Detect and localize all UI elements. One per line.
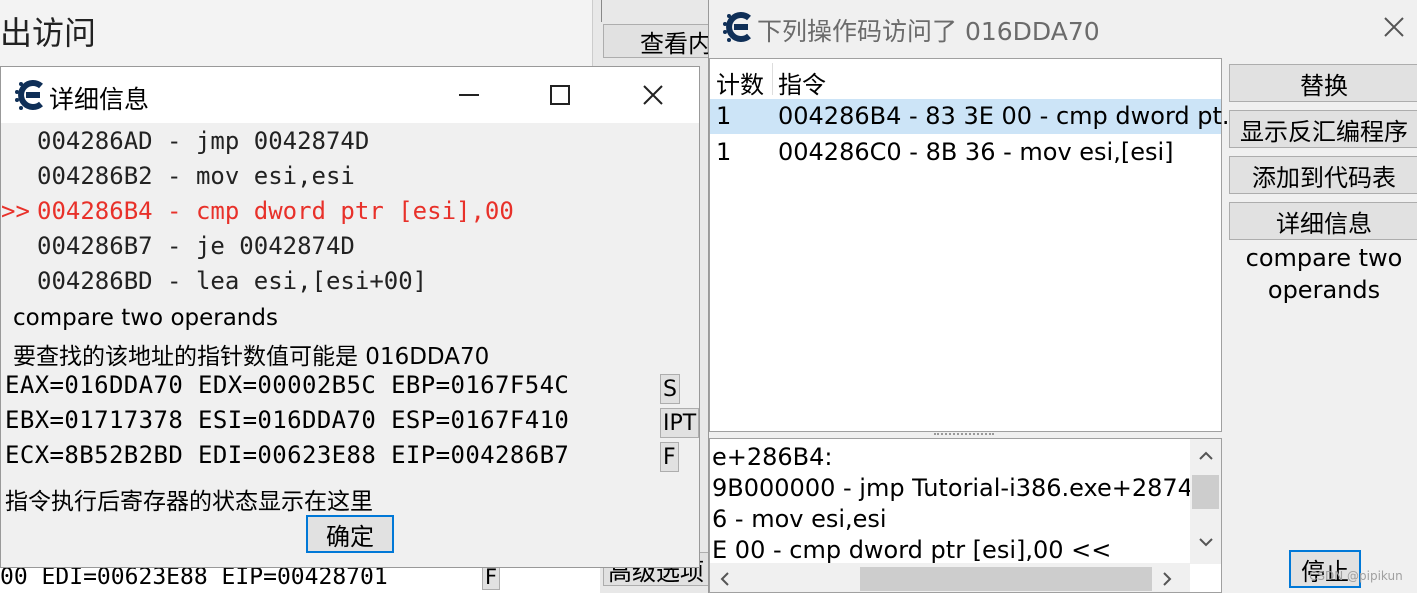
pointer-hint: 要查找的该地址的指针数值可能是 016DDA70: [13, 344, 490, 370]
instruction-description: compare two operands: [13, 305, 278, 331]
replace-button[interactable]: 替换: [1229, 64, 1417, 102]
register-button-f[interactable]: F: [660, 442, 679, 472]
horizontal-scrollbar[interactable]: [710, 563, 1190, 592]
chevron-down-icon[interactable]: [1198, 537, 1214, 547]
disasm-text: 004286B7 - je 0042874D: [37, 232, 355, 260]
chevron-right-icon[interactable]: [1162, 571, 1172, 587]
show-disassembler-button[interactable]: 显示反汇编程序: [1229, 110, 1417, 148]
cheat-engine-logo-icon: [721, 10, 755, 50]
disasm-line: 004286BD - lea esi,[esi+00]: [1, 267, 427, 295]
code-preview-pane[interactable]: e+286B4: 9B000000 - jmp Tutorial-i386.ex…: [709, 438, 1222, 593]
add-to-codelist-button[interactable]: 添加到代码表: [1229, 156, 1417, 194]
register-line: ECX=8B52B2BD EDI=00623E88 EIP=004286B7: [5, 441, 570, 469]
instruction-list[interactable]: 计数 指令 1 004286B4 - 83 3E 00 - cmp dword …: [709, 58, 1245, 432]
disasm-line: 004286AD - jmp 0042874D: [1, 127, 369, 155]
row-instruction: 004286C0 - 8B 36 - mov esi,[esi]: [778, 138, 1174, 166]
maximize-icon: [550, 85, 570, 105]
scrollbar-thumb[interactable]: [860, 567, 1152, 591]
row-instruction: 004286B4 - 83 3E 00 - cmp dword pt...: [778, 102, 1245, 130]
instruction-description: compare two operands: [1245, 244, 1403, 304]
view-memory-button[interactable]: 查看内: [603, 24, 713, 58]
ok-button[interactable]: 确定: [306, 515, 394, 553]
table-row[interactable]: 1 004286B4 - 83 3E 00 - cmp dword pt...: [710, 99, 1245, 134]
detail-window-title: 详细信息: [49, 85, 150, 114]
close-icon: [1384, 17, 1404, 37]
list-header: 计数 指令: [710, 59, 1221, 99]
code-line: 9B000000 - jmp Tutorial-i386.exe+2874D: [712, 474, 1212, 502]
code-line: 6 - mov esi,esi: [712, 505, 887, 533]
access-window: 下列操作码访问了 016DDA70 计数 指令 1 004286B4 - 83 …: [708, 0, 1417, 593]
chevron-up-icon[interactable]: [1198, 451, 1214, 461]
register-button-s[interactable]: S: [660, 374, 680, 404]
disasm-line: 004286B2 - mov esi,esi: [1, 162, 355, 190]
background-panel-edge: [601, 0, 602, 22]
column-divider: [772, 63, 773, 95]
detail-window: 详细信息 004286AD - jmp 0042874D 004286B2 - …: [0, 66, 700, 568]
register-button-ipt[interactable]: IPT: [660, 408, 700, 438]
chevron-left-icon[interactable]: [720, 571, 730, 587]
code-line: E 00 - cmp dword ptr [esi],00 <<: [712, 536, 1112, 564]
close-icon: [643, 85, 663, 105]
detail-window-titlebar: 详细信息: [1, 67, 699, 123]
close-button[interactable]: [637, 79, 669, 111]
disasm-text: 004286B2 - mov esi,esi: [37, 162, 355, 190]
scrollbar-thumb[interactable]: [1192, 475, 1219, 509]
register-line: EAX=016DDA70 EDX=00002B5C EBP=0167F54C: [5, 371, 570, 399]
column-instruction[interactable]: 指令: [778, 65, 826, 100]
disasm-text: 004286B4 - cmp dword ptr [esi],00: [37, 197, 514, 225]
table-row[interactable]: 1 004286C0 - 8B 36 - mov esi,[esi]: [710, 135, 1221, 170]
disasm-text: 004286AD - jmp 0042874D: [37, 127, 370, 155]
maximize-button[interactable]: [544, 79, 576, 111]
disasm-text: 004286BD - lea esi,[esi+00]: [37, 267, 428, 295]
background-window-title: 出访问: [0, 14, 97, 52]
register-status-hint: 指令执行后寄存器的状态显示在这里: [5, 489, 373, 515]
disasm-line: 004286B7 - je 0042874D: [1, 232, 355, 260]
watermark: CSDN @pipikun: [1309, 569, 1403, 583]
disasm-prefix: >>: [1, 197, 30, 225]
row-count: 1: [716, 102, 732, 130]
minimize-icon: [459, 94, 479, 96]
access-window-close-button[interactable]: [1379, 12, 1409, 42]
more-info-button[interactable]: 详细信息: [1229, 202, 1417, 240]
row-count: 1: [716, 138, 732, 166]
code-line: e+286B4:: [712, 443, 833, 471]
column-count[interactable]: 计数: [716, 65, 764, 100]
access-window-title: 下列操作码访问了 016DDA70: [757, 17, 1100, 46]
disasm-line-current: >> 004286B4 - cmp dword ptr [esi],00: [1, 197, 514, 225]
background-register-strip: 00 EDI=00623E88 EIP=00428701 F: [0, 564, 600, 593]
register-line: EBX=01717378 ESI=016DDA70 ESP=0167F410: [5, 406, 570, 434]
minimize-button[interactable]: [453, 79, 485, 111]
vertical-scrollbar[interactable]: [1190, 439, 1221, 564]
cheat-engine-logo-icon: [13, 78, 47, 118]
